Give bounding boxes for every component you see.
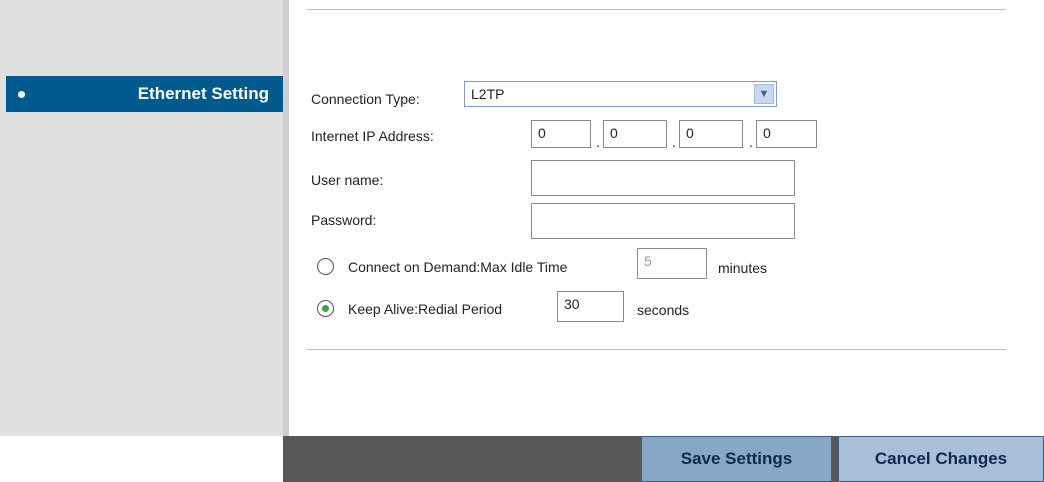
password-input[interactable] [531,203,795,239]
ip-dot: . [749,134,753,150]
connect-on-demand-radio[interactable] [317,258,334,275]
max-idle-time-input[interactable]: 5 [637,248,707,279]
chevron-down-icon[interactable]: ▼ [754,84,774,104]
ip-dot: . [672,134,676,150]
minutes-label: minutes [718,260,768,276]
sidebar-item-ethernet-setting[interactable]: Ethernet Setting [6,76,283,112]
keep-alive-label: Keep Alive:Redial Period [348,301,503,317]
connect-on-demand-label: Connect on Demand:Max Idle Time [348,259,568,275]
save-settings-button[interactable]: Save Settings [641,436,832,482]
top-divider [307,9,1006,10]
sidebar-item-label: Ethernet Setting [137,84,269,103]
sidebar: Ethernet Setting [0,0,283,436]
keep-alive-radio[interactable] [317,300,334,317]
bullet-icon [18,91,25,98]
username-label: User name: [311,172,384,188]
redial-period-input[interactable]: 30 [557,291,624,322]
connection-type-label: Connection Type: [311,91,420,107]
connection-type-value: L2TP [471,86,505,102]
ip-octet-2-input[interactable]: 0 [603,120,667,148]
sidebar-divider [283,0,289,436]
ip-dot: . [596,134,600,150]
ip-octet-4-input[interactable]: 0 [756,120,817,148]
connection-type-select[interactable]: L2TP ▼ [464,81,777,107]
seconds-label: seconds [637,302,690,318]
username-input[interactable] [531,160,795,196]
internet-ip-label: Internet IP Address: [311,128,434,144]
bottom-divider [307,349,1006,350]
ip-octet-1-input[interactable]: 0 [531,120,591,148]
cancel-changes-button[interactable]: Cancel Changes [838,436,1044,482]
password-label: Password: [311,212,377,228]
ip-octet-3-input[interactable]: 0 [679,120,743,148]
